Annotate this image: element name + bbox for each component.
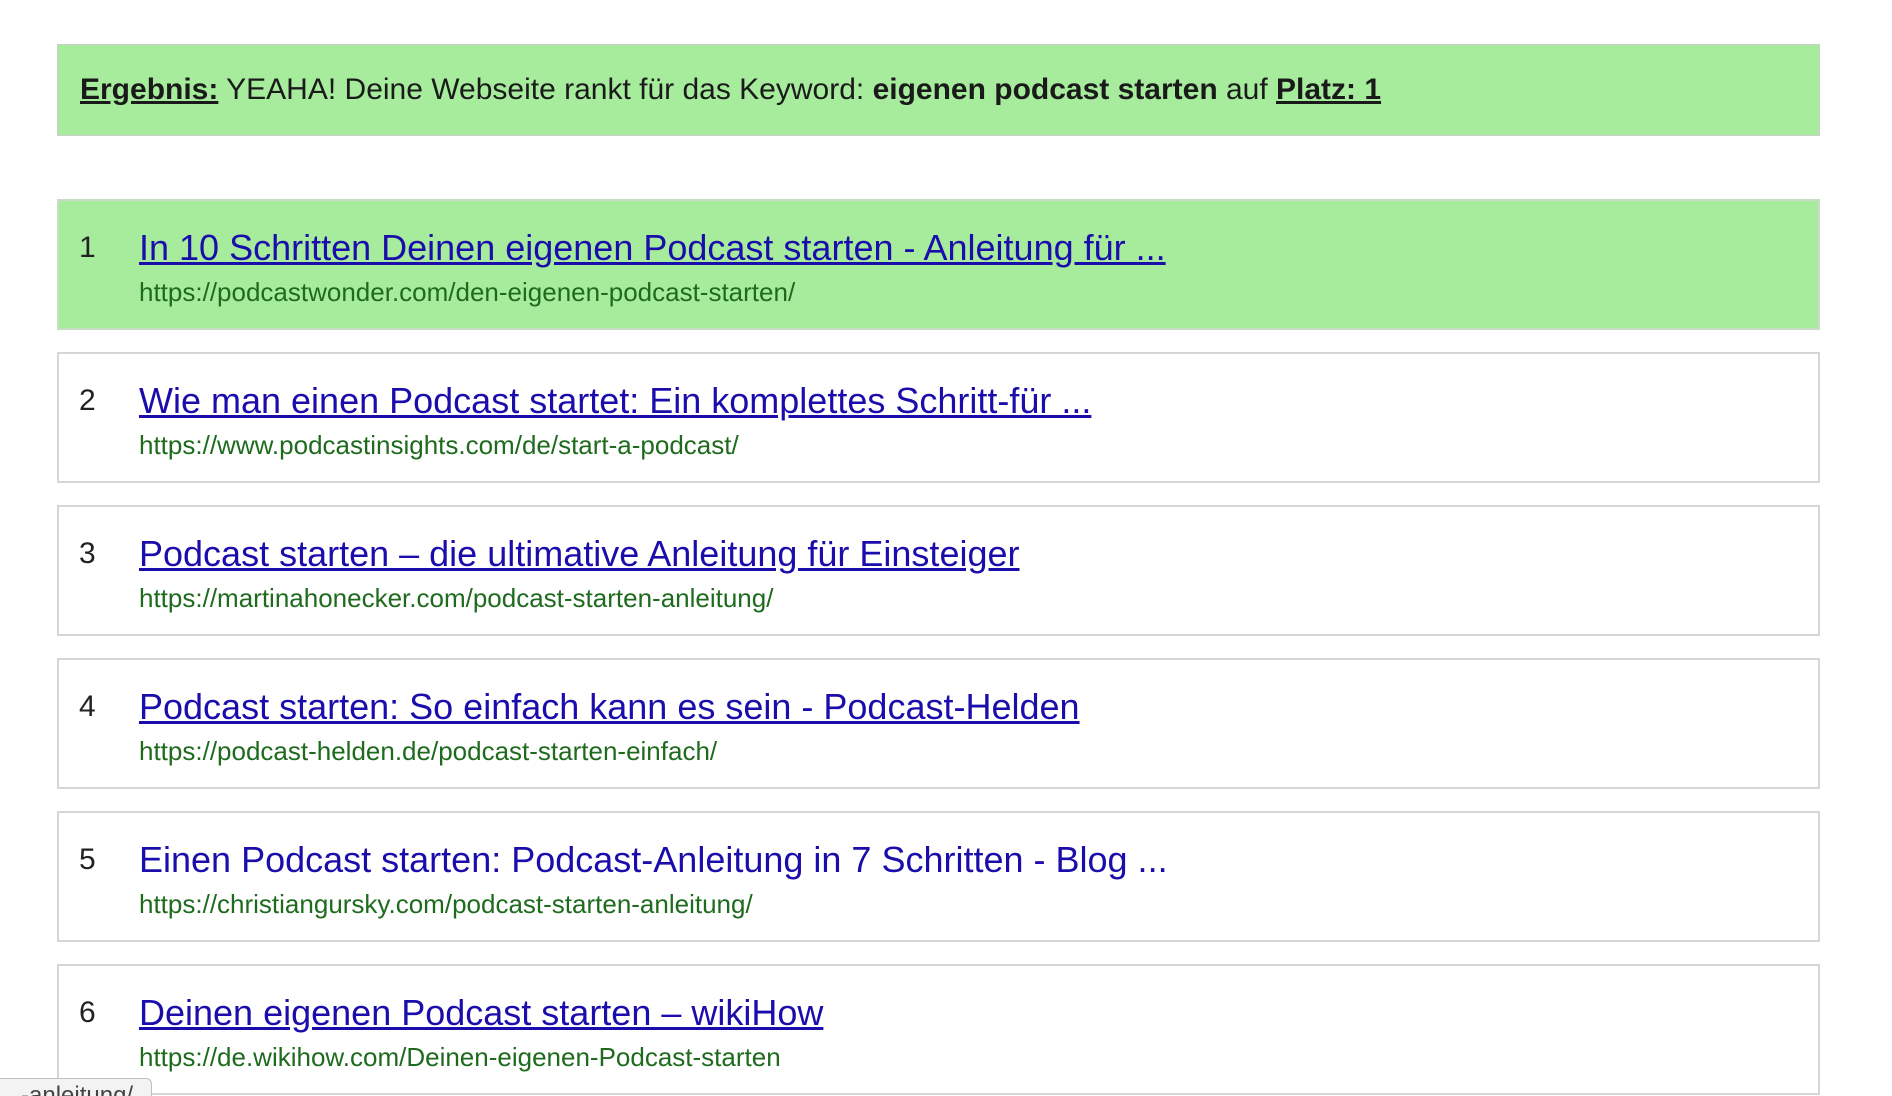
result-url: https://podcast-helden.de/podcast-starte… bbox=[139, 736, 718, 766]
result-title-link[interactable]: Deinen eigenen Podcast starten – wikiHow bbox=[139, 992, 823, 1034]
result-rank: 3 bbox=[79, 537, 96, 570]
result-rank: 4 bbox=[79, 690, 96, 723]
keyword-text: eigenen podcast starten bbox=[872, 73, 1218, 106]
result-url: https://martinahonecker.com/podcast-star… bbox=[139, 583, 774, 613]
search-result-highlighted: 1 In 10 Schritten Deinen eigenen Podcast… bbox=[57, 199, 1820, 330]
result-message: YEAHA! Deine Webseite rankt für das Keyw… bbox=[218, 73, 873, 106]
search-result: 6 Deinen eigenen Podcast starten – wikiH… bbox=[57, 964, 1820, 1095]
result-title-link[interactable]: In 10 Schritten Deinen eigenen Podcast s… bbox=[139, 227, 1166, 269]
result-message-connector: auf bbox=[1217, 73, 1277, 106]
result-label: Ergebnis: bbox=[80, 73, 219, 106]
result-rank: 2 bbox=[79, 384, 96, 417]
result-url: https://podcastwonder.com/den-eigenen-po… bbox=[139, 277, 796, 307]
result-banner: Ergebnis: YEAHA! Deine Webseite rankt fü… bbox=[57, 44, 1820, 136]
search-result: 5 Einen Podcast starten: Podcast-Anleitu… bbox=[57, 811, 1820, 942]
link-status-tooltip: ...-anleitung/ bbox=[0, 1078, 153, 1096]
result-rank: 5 bbox=[79, 843, 96, 876]
result-rank: 1 bbox=[79, 231, 96, 264]
result-title-link[interactable]: Podcast starten – die ultimative Anleitu… bbox=[139, 533, 1020, 575]
ranking-place: Platz: 1 bbox=[1276, 73, 1382, 106]
result-url: https://christiangursky.com/podcast-star… bbox=[139, 889, 753, 919]
result-title-link[interactable]: Podcast starten: So einfach kann es sein… bbox=[139, 686, 1080, 728]
result-title-link[interactable]: Wie man einen Podcast startet: Ein kompl… bbox=[139, 380, 1091, 422]
search-result: 2 Wie man einen Podcast startet: Ein kom… bbox=[57, 352, 1820, 483]
search-result: 3 Podcast starten – die ultimative Anlei… bbox=[57, 505, 1820, 636]
result-url: https://de.wikihow.com/Deinen-eigenen-Po… bbox=[139, 1042, 781, 1072]
result-url: https://www.podcastinsights.com/de/start… bbox=[139, 430, 739, 460]
search-result: 4 Podcast starten: So einfach kann es se… bbox=[57, 658, 1820, 789]
result-rank: 6 bbox=[79, 996, 96, 1029]
result-title-link[interactable]: Einen Podcast starten: Podcast-Anleitung… bbox=[139, 839, 1168, 881]
search-results-list: 1 In 10 Schritten Deinen eigenen Podcast… bbox=[57, 199, 1820, 1096]
